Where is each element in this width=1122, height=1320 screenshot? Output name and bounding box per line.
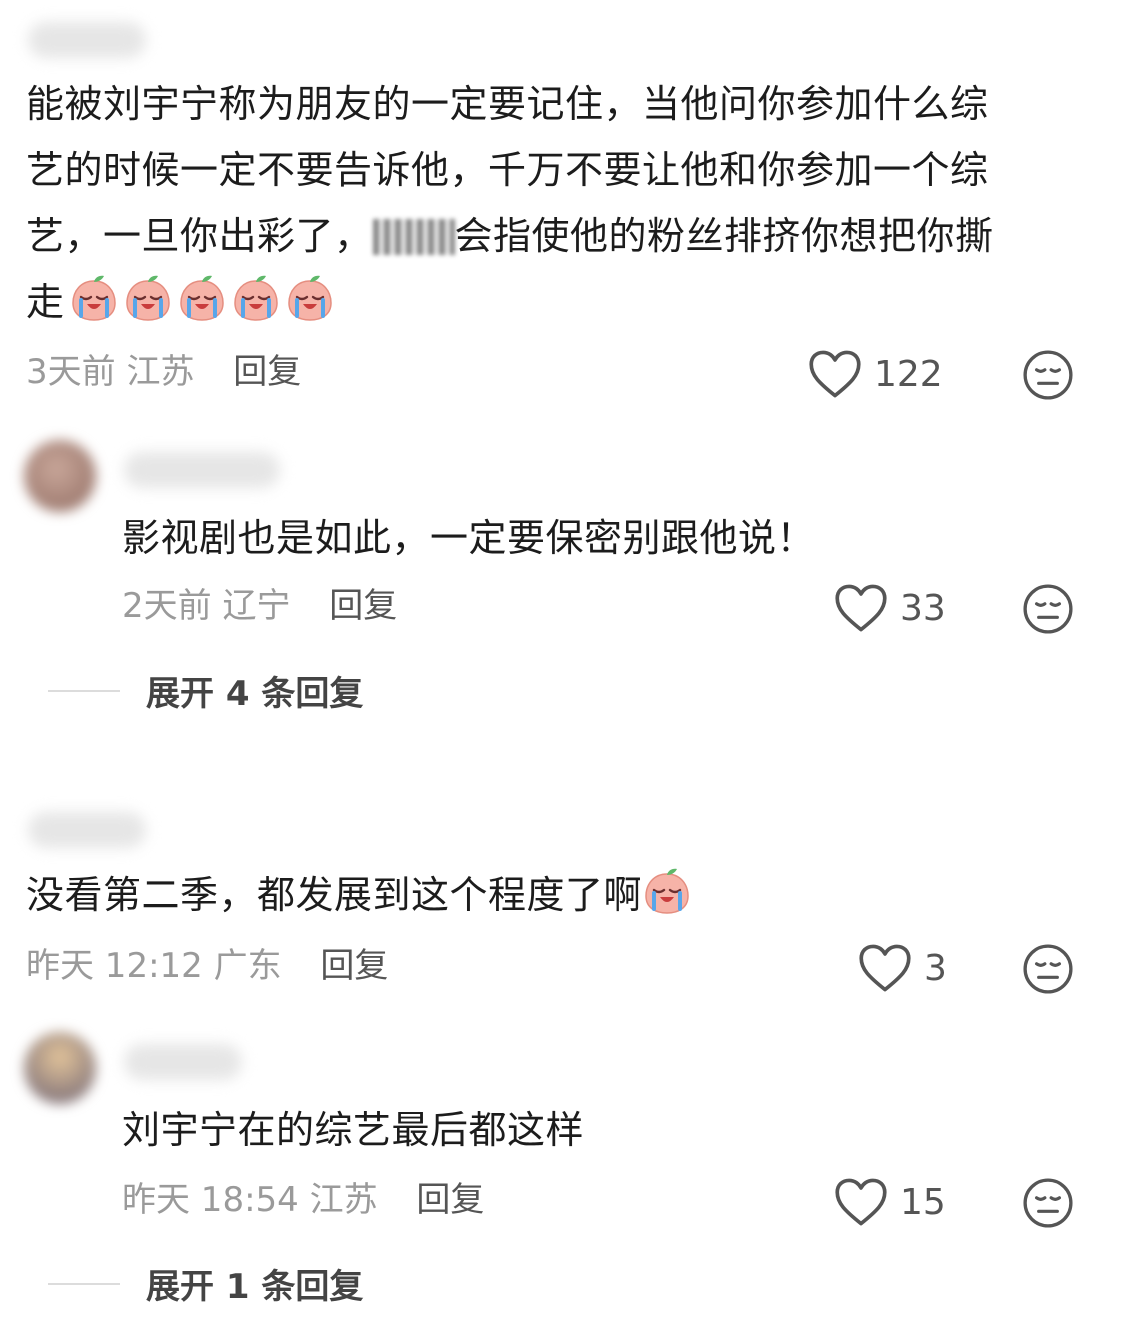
- comment-text-segment: 走: [26, 280, 65, 324]
- expand-replies-button[interactable]: 展开 4 条回复: [48, 666, 363, 715]
- censored-text: [372, 219, 455, 255]
- expand-replies-label: 展开 1 条回复: [146, 1267, 364, 1307]
- reply-button[interactable]: 回复: [416, 1180, 484, 1220]
- like-count: 33: [900, 587, 946, 629]
- comment-text-line: 艺的时候一定不要告诉他，千万不要让他和你参加一个综: [26, 148, 989, 192]
- reply-text: 影视剧也是如此，一定要保密别跟他说！: [122, 516, 816, 560]
- expand-replies-button[interactable]: 展开 1 条回复: [48, 1259, 363, 1308]
- comment-text-line: 艺，一旦你出彩了， 会指使他的粉丝排挤你想把你撕: [26, 203, 1086, 269]
- reply-location: 江苏: [309, 1180, 378, 1220]
- crying-peach-emoji: [231, 273, 281, 323]
- reply-button[interactable]: 回复: [233, 352, 301, 392]
- avatar[interactable]: [24, 1032, 96, 1104]
- reply-button[interactable]: 回复: [329, 586, 397, 626]
- comment-text: 能被刘宇宁称为朋友的一定要记住，当他问你参加什么综 艺的时候一定不要告诉他，千万…: [26, 71, 1086, 335]
- divider-line: [48, 689, 120, 692]
- like-button[interactable]: 15: [834, 1177, 946, 1227]
- comment-text-line: 能被刘宇宁称为朋友的一定要记住，当他问你参加什么综: [26, 82, 989, 126]
- reply-text: 刘宇宁在的综艺最后都这样: [122, 1108, 585, 1152]
- avatar[interactable]: [24, 440, 96, 512]
- comment-meta: 3天前 江苏 回复: [26, 352, 301, 392]
- heart-icon: [834, 1177, 888, 1227]
- like-count: 122: [874, 353, 943, 395]
- username-blurred[interactable]: [124, 1044, 242, 1080]
- comment-time: 3天前: [26, 352, 116, 392]
- comment-text: 没看第二季，都发展到这个程度了啊: [26, 862, 692, 928]
- comment-meta: 昨天 12:12 广东 回复: [26, 946, 388, 986]
- crying-peach-emoji: [177, 273, 227, 323]
- reply-button[interactable]: 回复: [320, 946, 388, 986]
- comment-text-segment: 会指使他的粉丝排挤你想把你撕: [454, 214, 994, 258]
- username-blurred[interactable]: [28, 22, 146, 58]
- like-count: 15: [900, 1181, 946, 1223]
- heart-icon: [808, 349, 862, 399]
- heart-icon: [834, 583, 888, 633]
- like-button[interactable]: 3: [858, 943, 947, 993]
- meh-face-icon[interactable]: [1022, 583, 1074, 635]
- divider-line: [48, 1282, 120, 1285]
- reply-meta: 2天前 辽宁 回复: [122, 586, 397, 626]
- comment-time: 昨天 12:12: [26, 946, 203, 986]
- username-blurred[interactable]: [124, 452, 280, 488]
- comment-text-segment: 艺，一旦你出彩了，: [26, 214, 373, 258]
- username-blurred[interactable]: [28, 812, 146, 848]
- reply-time: 昨天 18:54: [122, 1180, 299, 1220]
- meh-face-icon[interactable]: [1022, 1177, 1074, 1229]
- meh-face-icon[interactable]: [1022, 349, 1074, 401]
- reply-time: 2天前: [122, 586, 212, 626]
- crying-peach-emoji: [69, 273, 119, 323]
- reply-meta: 昨天 18:54 江苏 回复: [122, 1180, 484, 1220]
- crying-peach-emoji: [123, 273, 173, 323]
- like-button[interactable]: 122: [808, 349, 943, 399]
- like-button[interactable]: 33: [834, 583, 946, 633]
- like-count: 3: [924, 947, 947, 989]
- comment-location: 广东: [213, 946, 282, 986]
- comment-location: 江苏: [126, 352, 195, 392]
- expand-replies-label: 展开 4 条回复: [146, 674, 364, 714]
- crying-peach-emoji: [285, 273, 335, 323]
- meh-face-icon[interactable]: [1022, 943, 1074, 995]
- heart-icon: [858, 943, 912, 993]
- emoji-row: [65, 280, 335, 324]
- crying-peach-emoji: [642, 866, 692, 916]
- comment-text-segment: 没看第二季，都发展到这个程度了啊: [26, 873, 643, 917]
- comment-text-line: 走: [26, 269, 1086, 335]
- reply-location: 辽宁: [222, 586, 291, 626]
